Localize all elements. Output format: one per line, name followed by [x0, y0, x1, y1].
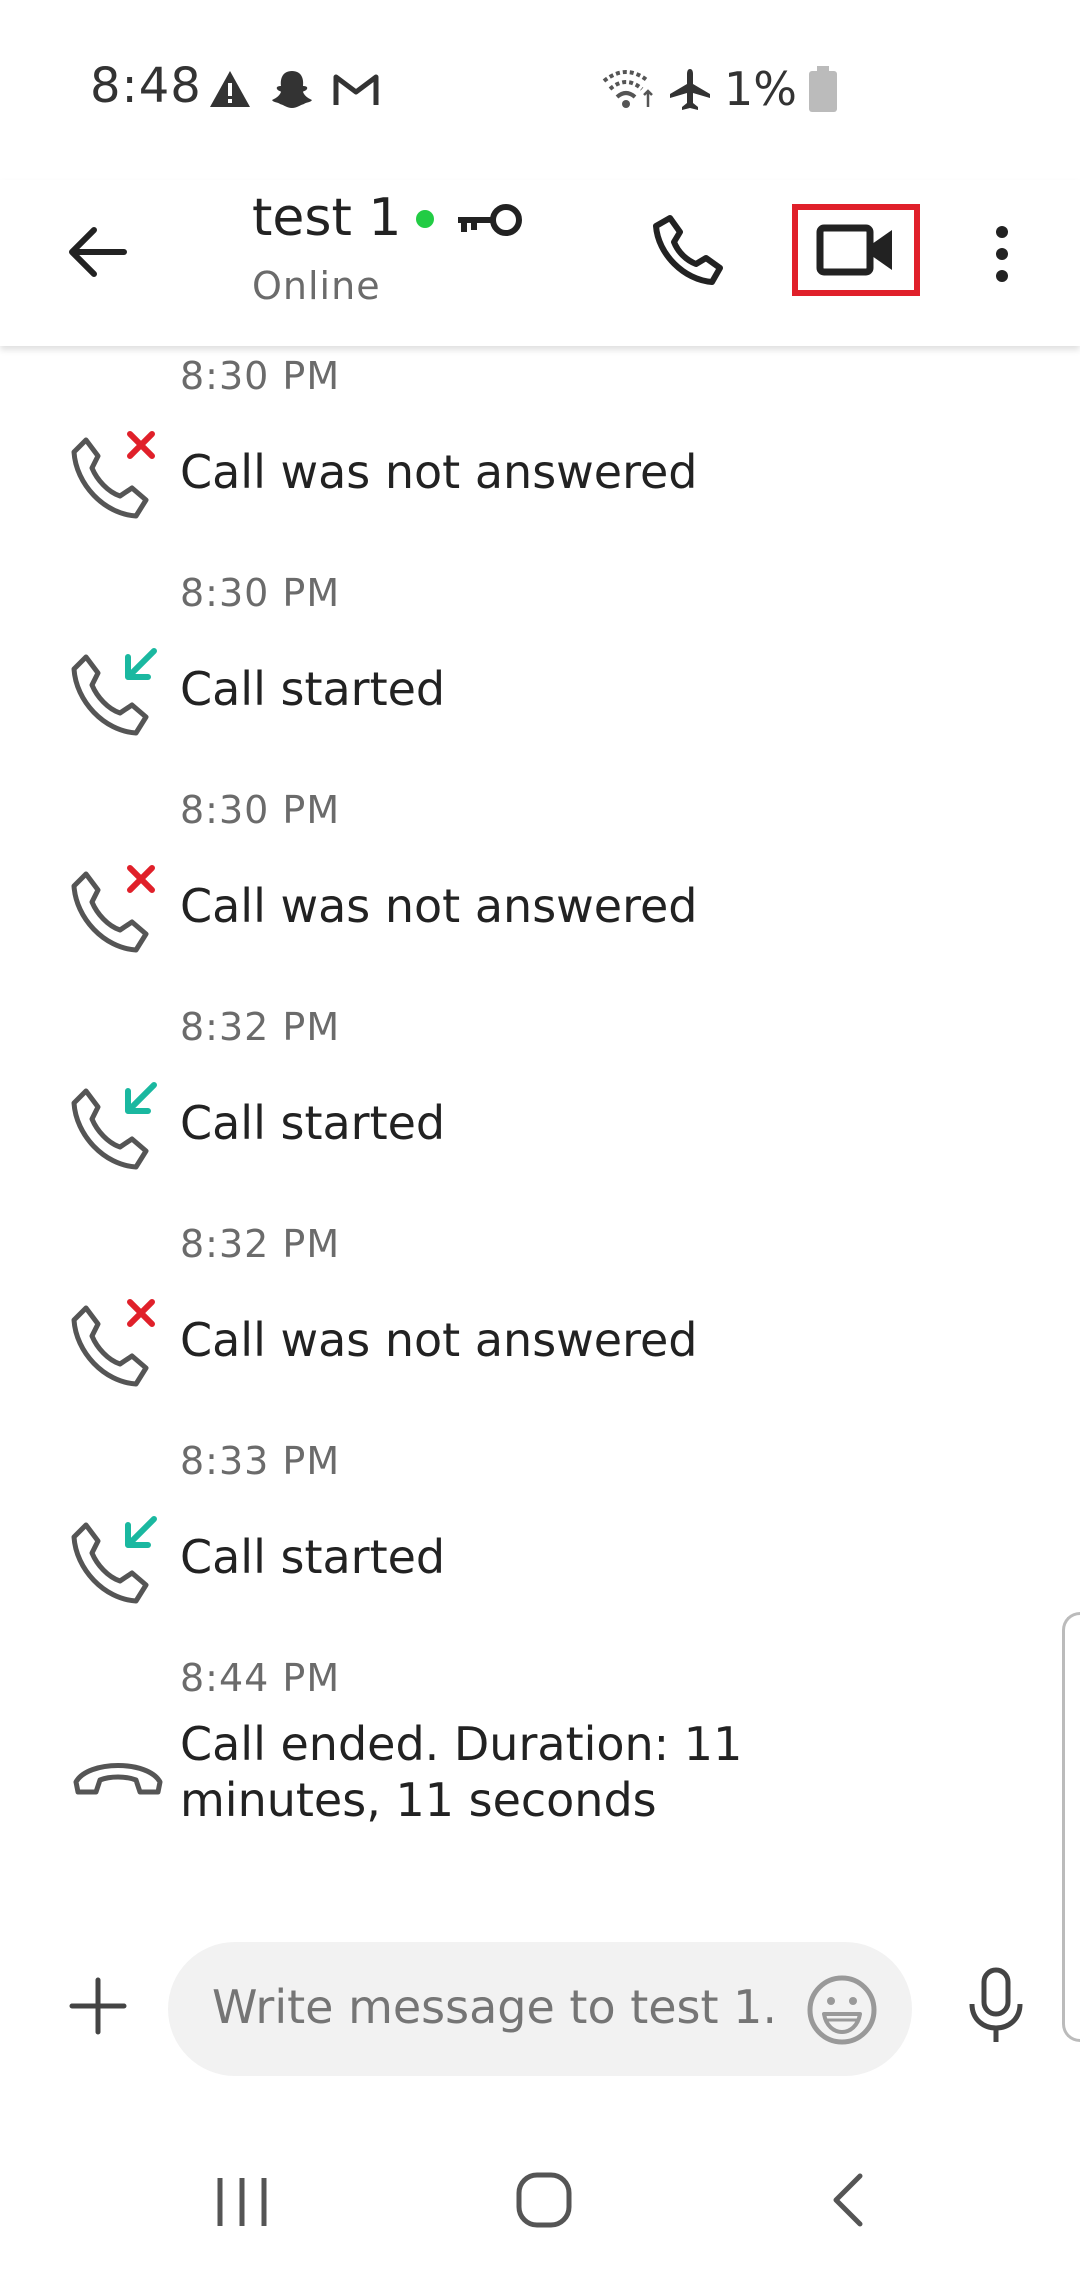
snapchat-icon [272, 71, 312, 108]
voice-message-button[interactable] [964, 1966, 1028, 2046]
conversation-header: test 1 Online [0, 180, 1080, 346]
message-time: 8:32 PM [180, 1222, 341, 1266]
attach-button[interactable] [62, 1970, 134, 2042]
more-options-button[interactable] [980, 214, 1024, 294]
status-time: 8:48 [90, 58, 202, 114]
online-indicator [416, 210, 434, 228]
message-text: Call started [180, 662, 446, 716]
message-text: Call was not answered [180, 879, 698, 933]
microphone-icon [969, 1967, 1023, 2042]
message-text: Call ended. Duration: 11 minutes, 11 sec… [180, 1717, 743, 1827]
message-text: Call was not answered [180, 445, 698, 499]
contact-status: Online [252, 264, 381, 308]
message-time: 8:33 PM [180, 1439, 341, 1483]
message-time: 8:32 PM [180, 1005, 341, 1049]
notification-icons [208, 68, 380, 110]
plus-icon [69, 1977, 127, 2035]
recent-apps-button[interactable] [212, 2174, 272, 2234]
message-time: 8:30 PM [180, 354, 341, 398]
system-navigation-bar [0, 2120, 1080, 2280]
airplane-icon [670, 69, 710, 110]
dot [996, 270, 1008, 282]
system-icons: 1% [600, 62, 837, 116]
dot [996, 226, 1008, 238]
video-camera-icon [816, 224, 892, 276]
phone-icon [653, 215, 723, 285]
emoji-button[interactable] [802, 1970, 882, 2050]
incoming-call-icon [71, 1082, 157, 1170]
message-text: Call was not answered [180, 1313, 698, 1367]
message-list[interactable]: 8:30 PM Call was not answered 8:30 PM Ca… [0, 346, 1080, 1906]
battery-icon [808, 66, 837, 112]
missed-call-icon [71, 431, 155, 519]
incoming-call-icon [71, 648, 157, 736]
missed-call-icon [71, 865, 155, 953]
message-text: Call started [180, 1530, 446, 1584]
arrow-left-icon [69, 227, 127, 277]
status-bar: 8:48 1% [0, 0, 1080, 180]
back-button[interactable] [58, 212, 138, 292]
emoji-icon [807, 1975, 877, 2045]
message-time: 8:44 PM [180, 1656, 341, 1700]
dot [996, 248, 1008, 260]
video-call-button[interactable] [792, 204, 920, 296]
key-icon [458, 204, 522, 236]
gmail-icon [333, 74, 379, 105]
chevron-left-icon [833, 2173, 863, 2227]
missed-call-icon [71, 1299, 155, 1387]
contact-name[interactable]: test 1 [252, 188, 401, 248]
message-time: 8:30 PM [180, 788, 341, 832]
message-input[interactable] [212, 1980, 772, 2034]
message-time: 8:30 PM [180, 571, 341, 615]
wifi-icon [602, 70, 653, 108]
battery-percent: 1% [724, 62, 797, 116]
message-composer [0, 1930, 1080, 2090]
recent-apps-icon [217, 2178, 267, 2226]
nav-back-button[interactable] [820, 2170, 880, 2234]
home-button[interactable] [514, 2170, 574, 2234]
message-input-container [168, 1942, 912, 2076]
message-text: Call started [180, 1096, 446, 1150]
voice-call-button[interactable] [648, 210, 728, 290]
warning-icon [210, 71, 250, 107]
home-icon [516, 2172, 572, 2228]
call-ended-icon [73, 1763, 163, 1795]
incoming-call-icon [71, 1516, 157, 1604]
